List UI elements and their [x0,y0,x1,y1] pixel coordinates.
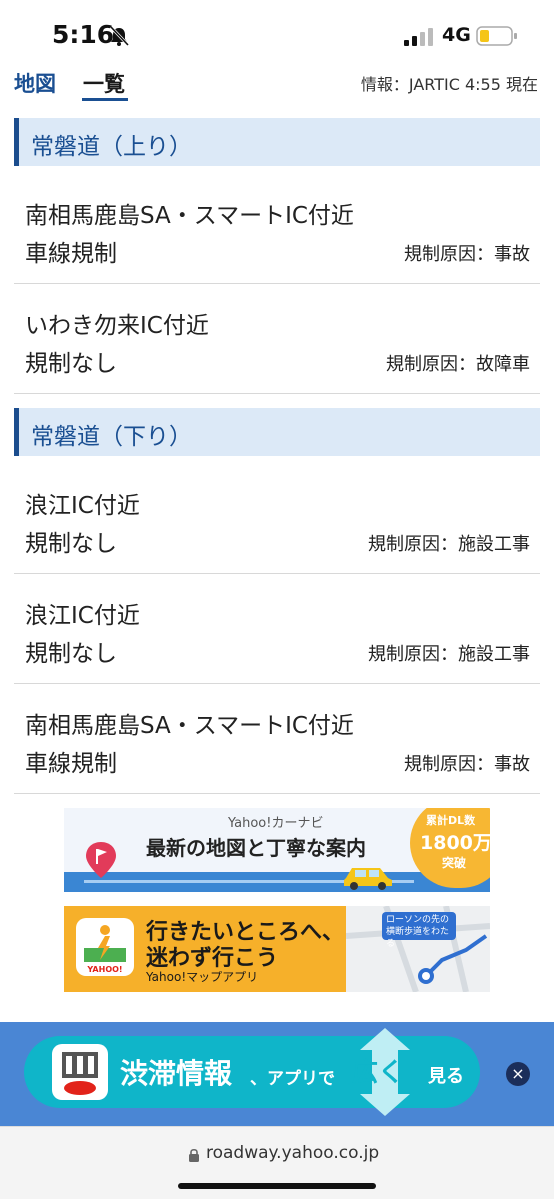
roadway-app-icon [52,1044,108,1100]
section-header-down: 常磐道（下り） [14,408,540,456]
open-app-button[interactable]: 渋滞情報 、アプリで 広く 見る [24,1028,480,1116]
data-source-info: 情報：JARTIC 4:55 現在 [360,75,538,94]
bell-slash-icon [109,25,130,47]
tab-list[interactable]: 一覧 [83,68,125,98]
tab-map[interactable]: 地図 [14,68,56,98]
browser-url-bar[interactable]: roadway.yahoo.co.jp [0,1126,554,1199]
item-location: 浪江IC付近 [25,603,140,629]
item-status: 規制なし [25,641,117,667]
url-text: roadway.yahoo.co.jp [206,1143,380,1163]
clock: 5:16 [52,20,115,49]
item-location: 南相馬鹿島SA・スマートIC付近 [25,203,354,229]
badge-line3: 突破 [442,856,467,870]
item-status: 車線規制 [25,241,117,267]
map-app-icon: YAHOO! [76,918,134,976]
promo-see-text: 見る [428,1066,464,1087]
carnavi-ad-banner[interactable]: Yahoo!カーナビ 最新の地図と丁寧な案内 累計DL数 1800万 突破 [64,808,490,892]
item-reason: 規制原因：故障車 [386,354,530,375]
destination-flag-icon [86,842,116,878]
promo-sub-text: 、アプリで [250,1069,335,1089]
promo-big-text: 広く [352,1058,405,1088]
promo-main-text: 渋滞情報 [120,1057,233,1090]
banner-brand: Yahoo!カーナビ [228,816,324,831]
list-item[interactable]: 浪江IC付近 規制なし 規制原因：施設工事 [14,464,540,574]
list-item[interactable]: 南相馬鹿島SA・スマートIC付近 車線規制 規制原因：事故 [14,684,540,794]
walking-person-icon: YAHOO! [84,925,126,974]
close-promo-button[interactable]: × [506,1062,530,1086]
map-app-ad-banner[interactable]: YAHOO! 行きたいところへ、 迷わず行こう Yahoo!マップアプリ ローソ… [64,906,490,992]
list-item[interactable]: 浪江IC付近 規制なし 規制原因：施設工事 [14,574,540,684]
item-location: 南相馬鹿島SA・スマートIC付近 [25,713,354,739]
section-title: 常磐道（上り） [31,134,192,160]
view-tabs: 地図 一覧 情報：JARTIC 4:55 現在 [0,62,554,108]
car-icon [344,868,392,890]
list-item[interactable]: いわき勿来IC付近 規制なし 規制原因：故障車 [14,284,540,394]
network-type: 4G [442,24,471,46]
banner-text: 最新の地図と丁寧な案内 [146,836,366,860]
item-status: 車線規制 [25,751,117,777]
item-location: いわき勿来IC付近 [25,313,209,339]
item-location: 浪江IC付近 [25,493,140,519]
signal-icon [404,28,433,46]
app-promo-bar[interactable]: 渋滞情報 、アプリで 広く 見る [0,1022,554,1126]
item-reason: 規制原因：事故 [404,754,530,775]
active-tab-indicator [82,98,128,101]
status-bar: 5:16 4G [0,0,554,68]
item-status: 規制なし [25,351,117,377]
badge-line2: 1800万 [420,832,490,854]
item-reason: 規制原因：事故 [404,244,530,265]
section-title: 常磐道（下り） [31,424,192,450]
banner-line3: Yahoo!マップアプリ [146,970,259,984]
item-reason: 規制原因：施設工事 [368,534,530,555]
section-header-up: 常磐道（上り） [14,118,540,166]
route-hint-bubble: ローソンの先の横断歩道をわたる [382,912,456,949]
road-sign-icon [62,1052,98,1095]
app-icon-label: YAHOO! [86,965,122,974]
battery-icon [476,26,517,46]
item-status: 規制なし [25,531,117,557]
badge-line1: 累計DL数 [426,814,476,827]
item-reason: 規制原因：施設工事 [368,644,530,665]
lock-icon [189,1148,199,1162]
home-indicator [178,1183,376,1189]
list-item[interactable]: 南相馬鹿島SA・スマートIC付近 車線規制 規制原因：事故 [14,174,540,284]
